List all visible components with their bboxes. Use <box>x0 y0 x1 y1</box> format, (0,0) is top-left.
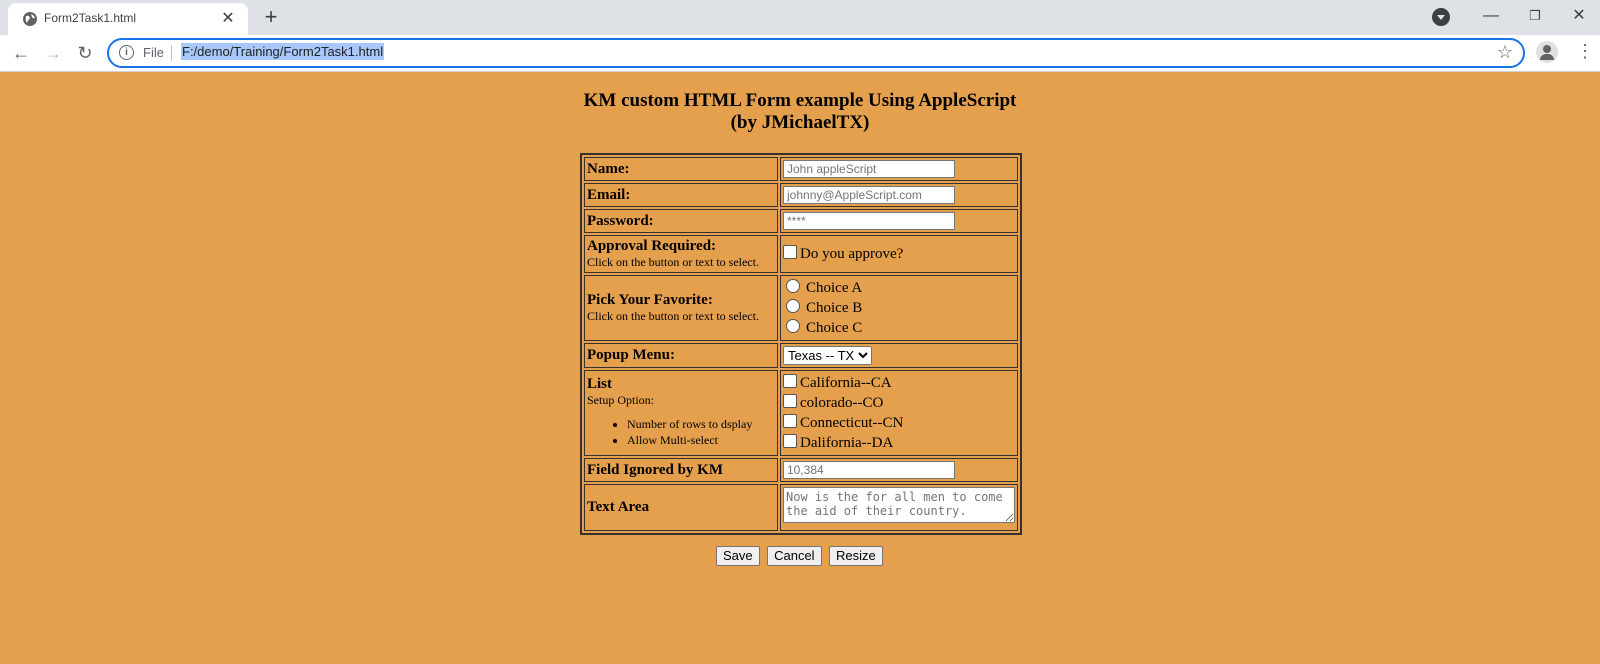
password-label: Password: <box>584 209 778 233</box>
popup-cell: Texas -- TX <box>780 343 1018 368</box>
row-password: Password: <box>584 209 1018 233</box>
scheme-label: File <box>143 45 164 60</box>
globe-icon <box>23 12 37 26</box>
connecticut-label[interactable]: Connecticut--CN <box>800 415 903 431</box>
back-icon[interactable]: ← <box>9 41 33 65</box>
profile-avatar-icon[interactable] <box>1536 41 1558 63</box>
approve-checkbox-label[interactable]: Do you approve? <box>800 246 903 262</box>
row-email: Email: <box>584 183 1018 207</box>
row-approval: Approval Required: Click on the button o… <box>584 235 1018 273</box>
setup-option-list: Number of rows to dsplay Allow Multi-sel… <box>587 416 775 448</box>
name-label: Name: <box>584 157 778 181</box>
california-label[interactable]: California--CA <box>800 375 892 391</box>
favorite-label: Pick Your Favorite: <box>587 292 713 308</box>
heading-line-2: (by JMichaelTX) <box>730 112 870 133</box>
list-label: List <box>587 376 613 392</box>
row-name: Name: <box>584 157 1018 181</box>
password-cell <box>780 209 1018 233</box>
choice-a-radio[interactable] <box>786 279 800 293</box>
approval-label: Approval Required: <box>587 238 717 254</box>
colorado-checkbox[interactable] <box>783 394 797 408</box>
save-button[interactable]: Save <box>716 546 760 566</box>
ignored-label: Field Ignored by KM <box>584 458 778 482</box>
popup-menu-select[interactable]: Texas -- TX <box>783 346 872 365</box>
resize-button[interactable]: Resize <box>829 546 883 566</box>
dalifornia-label[interactable]: Dalifornia--DA <box>800 435 893 451</box>
new-tab-icon[interactable]: + <box>259 6 283 30</box>
menu-dots-icon[interactable]: ⋮ <box>1576 41 1594 65</box>
form-table: Name: Email: Password: Approval Required… <box>580 153 1022 535</box>
bookmark-star-icon[interactable]: ☆ <box>1497 42 1513 63</box>
favorite-sublabel: Click on the button or text to select. <box>587 309 759 323</box>
forward-icon[interactable]: → <box>41 41 65 65</box>
name-input[interactable] <box>783 160 955 178</box>
row-ignored: Field Ignored by KM <box>584 458 1018 482</box>
choice-a-option[interactable]: Choice A <box>783 278 1015 298</box>
heading-line-1: KM custom HTML Form example Using AppleS… <box>583 90 1017 111</box>
choice-b-radio[interactable] <box>786 299 800 313</box>
page-content: KM custom HTML Form example Using AppleS… <box>0 72 1600 664</box>
choice-a-label[interactable]: Choice A <box>806 280 862 296</box>
dalifornia-checkbox[interactable] <box>783 434 797 448</box>
info-icon[interactable]: i <box>119 45 134 60</box>
setup-bullet: Allow Multi-select <box>627 432 775 448</box>
list-sublabel: Setup Option: <box>587 393 655 407</box>
choice-c-radio[interactable] <box>786 319 800 333</box>
california-checkbox[interactable] <box>783 374 797 388</box>
email-cell <box>780 183 1018 207</box>
textarea-label: Text Area <box>584 484 778 531</box>
close-tab-icon[interactable]: ✕ <box>218 9 238 29</box>
row-textarea: Text Area <box>584 484 1018 531</box>
list-cell: California--CA colorado--CO Connecticut-… <box>780 370 1018 456</box>
tab-title: Form2Task1.html <box>44 11 137 25</box>
cancel-button[interactable]: Cancel <box>767 546 822 566</box>
textarea-cell <box>780 484 1018 531</box>
approval-cell: Do you approve? <box>780 235 1018 273</box>
row-list: List Setup Option: Number of rows to dsp… <box>584 370 1018 456</box>
password-input[interactable] <box>783 212 955 230</box>
connecticut-checkbox[interactable] <box>783 414 797 428</box>
text-area-input[interactable] <box>783 487 1015 523</box>
choice-c-option[interactable]: Choice C <box>783 318 1015 338</box>
approval-label-cell: Approval Required: Click on the button o… <box>584 235 778 273</box>
email-input[interactable] <box>783 186 955 204</box>
close-window-icon[interactable]: ✕ <box>1564 4 1594 28</box>
ignored-input[interactable] <box>783 461 955 479</box>
popup-label: Popup Menu: <box>584 343 778 368</box>
email-label: Email: <box>584 183 778 207</box>
approve-checkbox[interactable] <box>783 245 797 259</box>
choice-b-label[interactable]: Choice B <box>806 300 862 316</box>
list-item-california[interactable]: California--CA <box>783 373 1015 393</box>
address-bar[interactable]: i File F:/demo/Training/Form2Task1.html … <box>107 38 1525 68</box>
ignored-cell <box>780 458 1018 482</box>
row-favorite: Pick Your Favorite: Click on the button … <box>584 275 1018 341</box>
minimize-icon[interactable]: — <box>1476 4 1506 28</box>
tab-search-icon[interactable] <box>1432 8 1450 26</box>
setup-bullet: Number of rows to dsplay <box>627 416 775 432</box>
address-separator <box>171 45 172 61</box>
choice-c-label[interactable]: Choice C <box>806 320 862 336</box>
name-cell <box>780 157 1018 181</box>
reload-icon[interactable]: ↻ <box>73 41 97 65</box>
browser-tab[interactable]: Form2Task1.html ✕ <box>8 3 248 35</box>
row-popup: Popup Menu: Texas -- TX <box>584 343 1018 368</box>
form-buttons: Save Cancel Resize <box>716 546 886 566</box>
list-item-colorado[interactable]: colorado--CO <box>783 393 1015 413</box>
list-label-cell: List Setup Option: Number of rows to dsp… <box>584 370 778 456</box>
favorite-cell: Choice A Choice B Choice C <box>780 275 1018 341</box>
favorite-label-cell: Pick Your Favorite: Click on the button … <box>584 275 778 341</box>
approval-sublabel: Click on the button or text to select. <box>587 255 759 269</box>
list-item-connecticut[interactable]: Connecticut--CN <box>783 413 1015 433</box>
colorado-label[interactable]: colorado--CO <box>800 395 883 411</box>
restore-icon[interactable]: ❐ <box>1520 4 1550 28</box>
list-item-dalifornia[interactable]: Dalifornia--DA <box>783 433 1015 453</box>
page-heading: KM custom HTML Form example Using AppleS… <box>0 90 1600 134</box>
browser-toolbar: ← → ↻ i File F:/demo/Training/Form2Task1… <box>0 35 1600 72</box>
choice-b-option[interactable]: Choice B <box>783 298 1015 318</box>
browser-tab-bar: Form2Task1.html ✕ + — ❐ ✕ <box>0 0 1600 35</box>
url-text[interactable]: F:/demo/Training/Form2Task1.html <box>181 43 385 60</box>
